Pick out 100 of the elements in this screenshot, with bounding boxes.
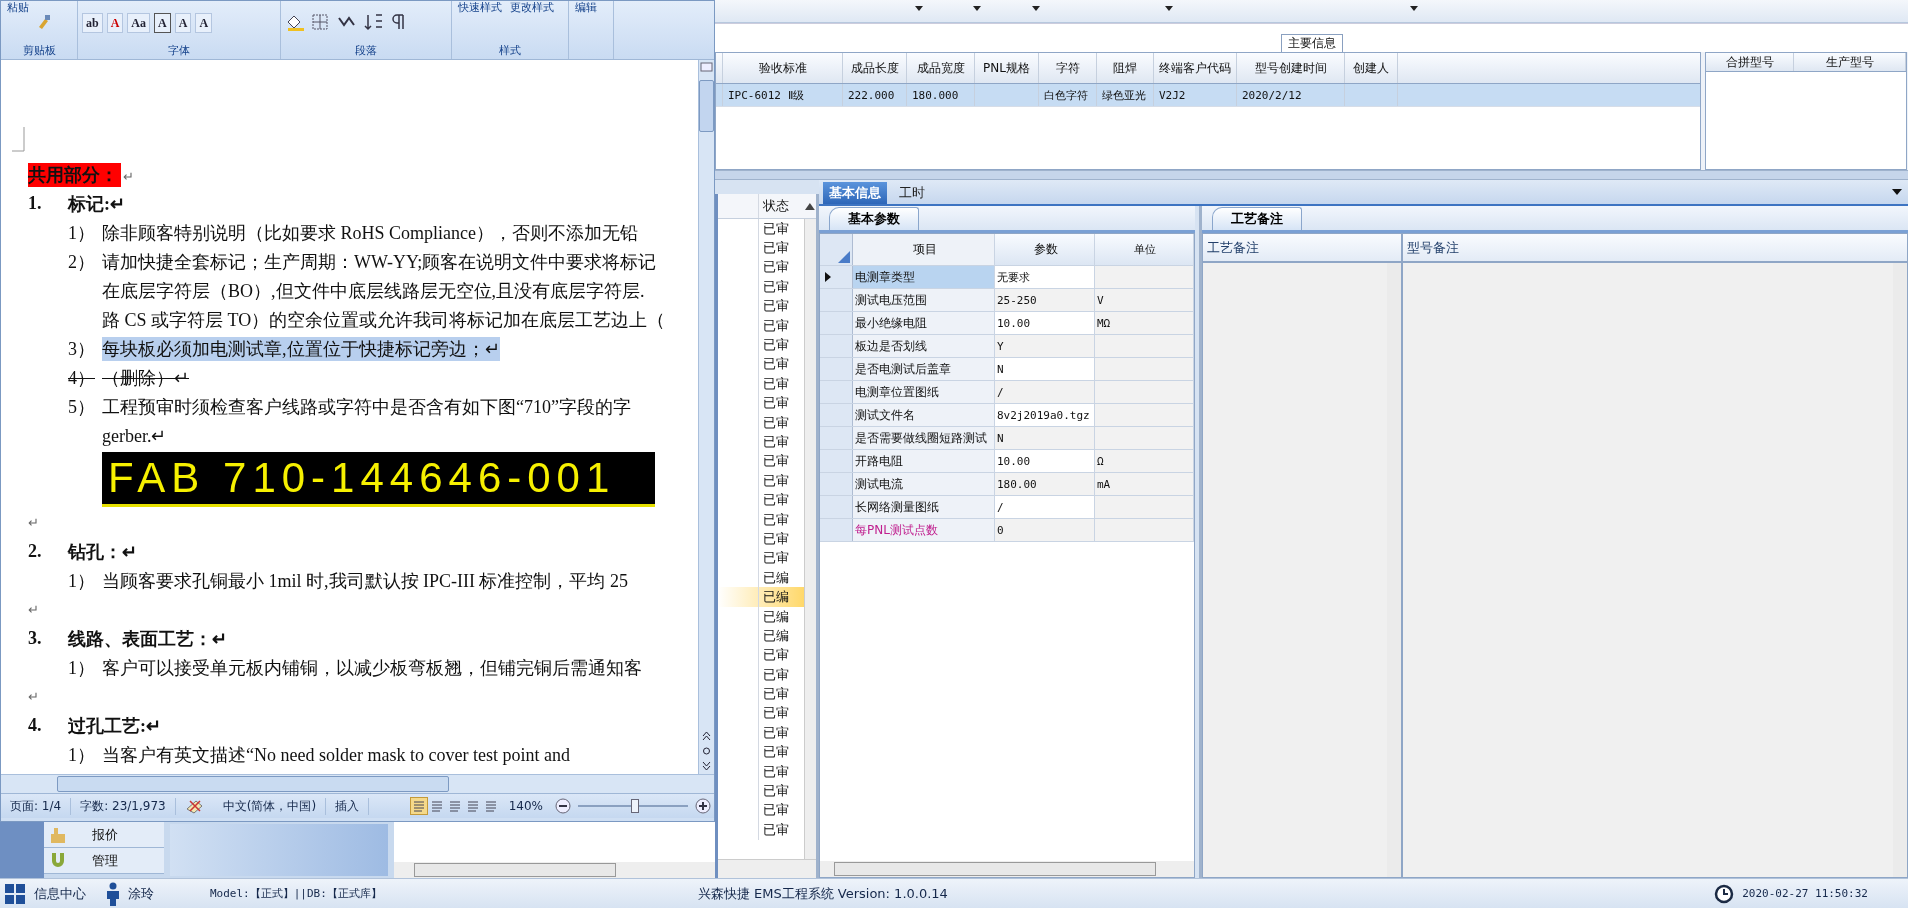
font-tool-button[interactable]: A — [106, 13, 124, 33]
column-header[interactable]: 生产型号 — [1794, 53, 1906, 71]
list-row[interactable]: 已编 — [718, 626, 804, 646]
list-row[interactable]: 已审 — [718, 471, 804, 491]
list-row[interactable]: 已审 — [718, 257, 804, 278]
table-cell[interactable]: Y — [995, 335, 1095, 357]
list-row[interactable]: 已审 — [718, 529, 804, 549]
column-header[interactable]: 验收标准 — [723, 53, 843, 83]
horizontal-scrollbar[interactable] — [718, 859, 816, 878]
list-row[interactable]: 已审 — [718, 742, 804, 762]
list-row[interactable]: 已审 — [718, 509, 804, 530]
dropdown-arrow-icon[interactable] — [1032, 6, 1040, 11]
column-header[interactable]: 创建人 — [1345, 53, 1398, 83]
font-tool-button[interactable]: A — [154, 13, 171, 33]
zoom-out-icon[interactable] — [554, 797, 572, 815]
ribbon-button[interactable]: 更改样式 — [508, 1, 556, 14]
row-header[interactable] — [820, 266, 853, 288]
zoom-in-icon[interactable] — [694, 797, 712, 815]
dropdown-arrow-icon[interactable] — [1410, 6, 1418, 11]
list-row[interactable]: 已编 — [718, 606, 804, 627]
view-mode-button[interactable] — [409, 797, 428, 815]
table-cell[interactable]: 10.00 — [995, 312, 1095, 334]
horizontal-scrollbar[interactable] — [394, 862, 715, 878]
table-cell[interactable]: / — [995, 496, 1095, 518]
tab[interactable]: 工时 — [893, 182, 931, 204]
vertical-scrollbar[interactable] — [698, 60, 714, 774]
list-row[interactable]: 已审 — [718, 723, 804, 743]
ribbon-button[interactable]: 编辑 — [573, 1, 599, 14]
list-row[interactable]: 已审 — [718, 335, 804, 355]
ribbon-button[interactable]: 粘贴 — [5, 1, 31, 14]
list-row[interactable]: 已审 — [718, 277, 804, 297]
table-cell[interactable]: 180.00 — [995, 473, 1095, 495]
table-cell[interactable]: N — [995, 358, 1095, 380]
shading-icon[interactable] — [285, 13, 307, 31]
list-row[interactable]: 已审 — [718, 296, 804, 316]
list-row[interactable]: 已审 — [718, 703, 804, 724]
grid-icon[interactable] — [4, 882, 26, 905]
page-count[interactable]: 页面: 1/4 — [1, 797, 72, 815]
list-row[interactable]: 已审 — [718, 432, 804, 452]
list-row[interactable]: 已审 — [718, 800, 804, 821]
table-cell[interactable]: 10.00 — [995, 450, 1095, 472]
splitter[interactable] — [715, 170, 1908, 180]
tab[interactable]: 工艺备注 — [1212, 207, 1302, 230]
word-count[interactable]: 字数: 23/1,973 — [71, 797, 176, 815]
font-tool-button[interactable]: Aa — [127, 13, 151, 33]
zoom-level[interactable]: 140% — [499, 799, 552, 813]
sort-icon[interactable] — [363, 13, 385, 31]
table-row[interactable]: IPC-6012 Ⅱ级 222.000 180.000 白色字符 绿色亚光 V2J2 2020/2/12 — [716, 84, 1700, 107]
ribbon-button[interactable]: 快速样式 — [456, 1, 504, 14]
table-cell[interactable]: 8v2j2019a0.tgz — [995, 404, 1095, 426]
column-header[interactable]: 字符 — [1039, 53, 1097, 83]
paragraph-mark-icon[interactable] — [389, 13, 407, 31]
list-row[interactable]: 已审 — [718, 238, 804, 258]
list-row[interactable]: 已审 — [718, 393, 804, 413]
list-row[interactable]: 已审 — [718, 219, 804, 239]
table-cell[interactable]: 25-250 — [995, 289, 1095, 311]
scroll-thumb[interactable] — [699, 80, 714, 132]
list-row[interactable]: 已审 — [718, 645, 804, 665]
column-header[interactable]: 项目 — [853, 234, 995, 265]
list-row[interactable]: 已审 — [718, 820, 804, 840]
list-row[interactable]: 已审 — [718, 490, 804, 510]
list-row[interactable]: 已审 — [718, 451, 804, 472]
list-row[interactable]: 已审 — [718, 412, 804, 433]
list-row[interactable]: 已审 — [718, 354, 804, 375]
column-header[interactable]: 成品长度 — [843, 53, 907, 83]
list-row[interactable]: 已审 — [718, 761, 804, 782]
column-header[interactable]: PNL规格 — [975, 53, 1039, 83]
column-header[interactable]: 合拼型号 — [1706, 53, 1794, 71]
tab[interactable]: 基本参数 — [829, 207, 919, 230]
vertical-scrollbar[interactable] — [804, 219, 816, 859]
column-header[interactable]: 参数 — [995, 234, 1095, 265]
slider-thumb[interactable] — [631, 799, 640, 813]
scroll-up-icon[interactable] — [804, 201, 816, 211]
info-center-label[interactable]: 信息中心 — [34, 884, 86, 903]
horizontal-scrollbar[interactable] — [1, 774, 714, 793]
column-header[interactable]: 型号创建时间 — [1237, 53, 1345, 83]
horizontal-scrollbar[interactable] — [820, 861, 1194, 877]
table-cell[interactable]: 0 — [995, 519, 1095, 541]
list-row[interactable]: 已审 — [718, 315, 804, 336]
dropdown-arrow-icon[interactable] — [1165, 6, 1173, 11]
tab[interactable]: 基本信息 — [823, 182, 887, 204]
table-cell[interactable]: 无要求 — [995, 266, 1095, 288]
language-label[interactable]: 中文(简体，中国) — [213, 797, 327, 815]
list-row[interactable]: 已审 — [718, 781, 804, 801]
list-row[interactable]: 已审 — [718, 665, 804, 685]
column-header[interactable]: 成品宽度 — [907, 53, 975, 83]
font-tool-button[interactable]: ab — [82, 13, 103, 33]
list-row[interactable]: 已审 — [718, 548, 804, 569]
list-row[interactable]: 已审 — [718, 374, 804, 394]
table-cell[interactable]: / — [995, 381, 1095, 403]
table-cell[interactable]: N — [995, 427, 1095, 449]
list-row[interactable]: 已编 — [718, 587, 804, 607]
dropdown-arrow-icon[interactable] — [973, 6, 981, 11]
font-tool-button[interactable]: A — [174, 13, 192, 33]
column-header[interactable]: 单位 — [1095, 234, 1194, 265]
dropdown-arrow-icon[interactable] — [1892, 189, 1902, 195]
ruler-icon[interactable] — [699, 60, 714, 74]
select-all-icon[interactable] — [838, 251, 850, 263]
dropdown-arrow-icon[interactable] — [915, 6, 923, 11]
column-header[interactable]: 阻焊 — [1097, 53, 1154, 83]
